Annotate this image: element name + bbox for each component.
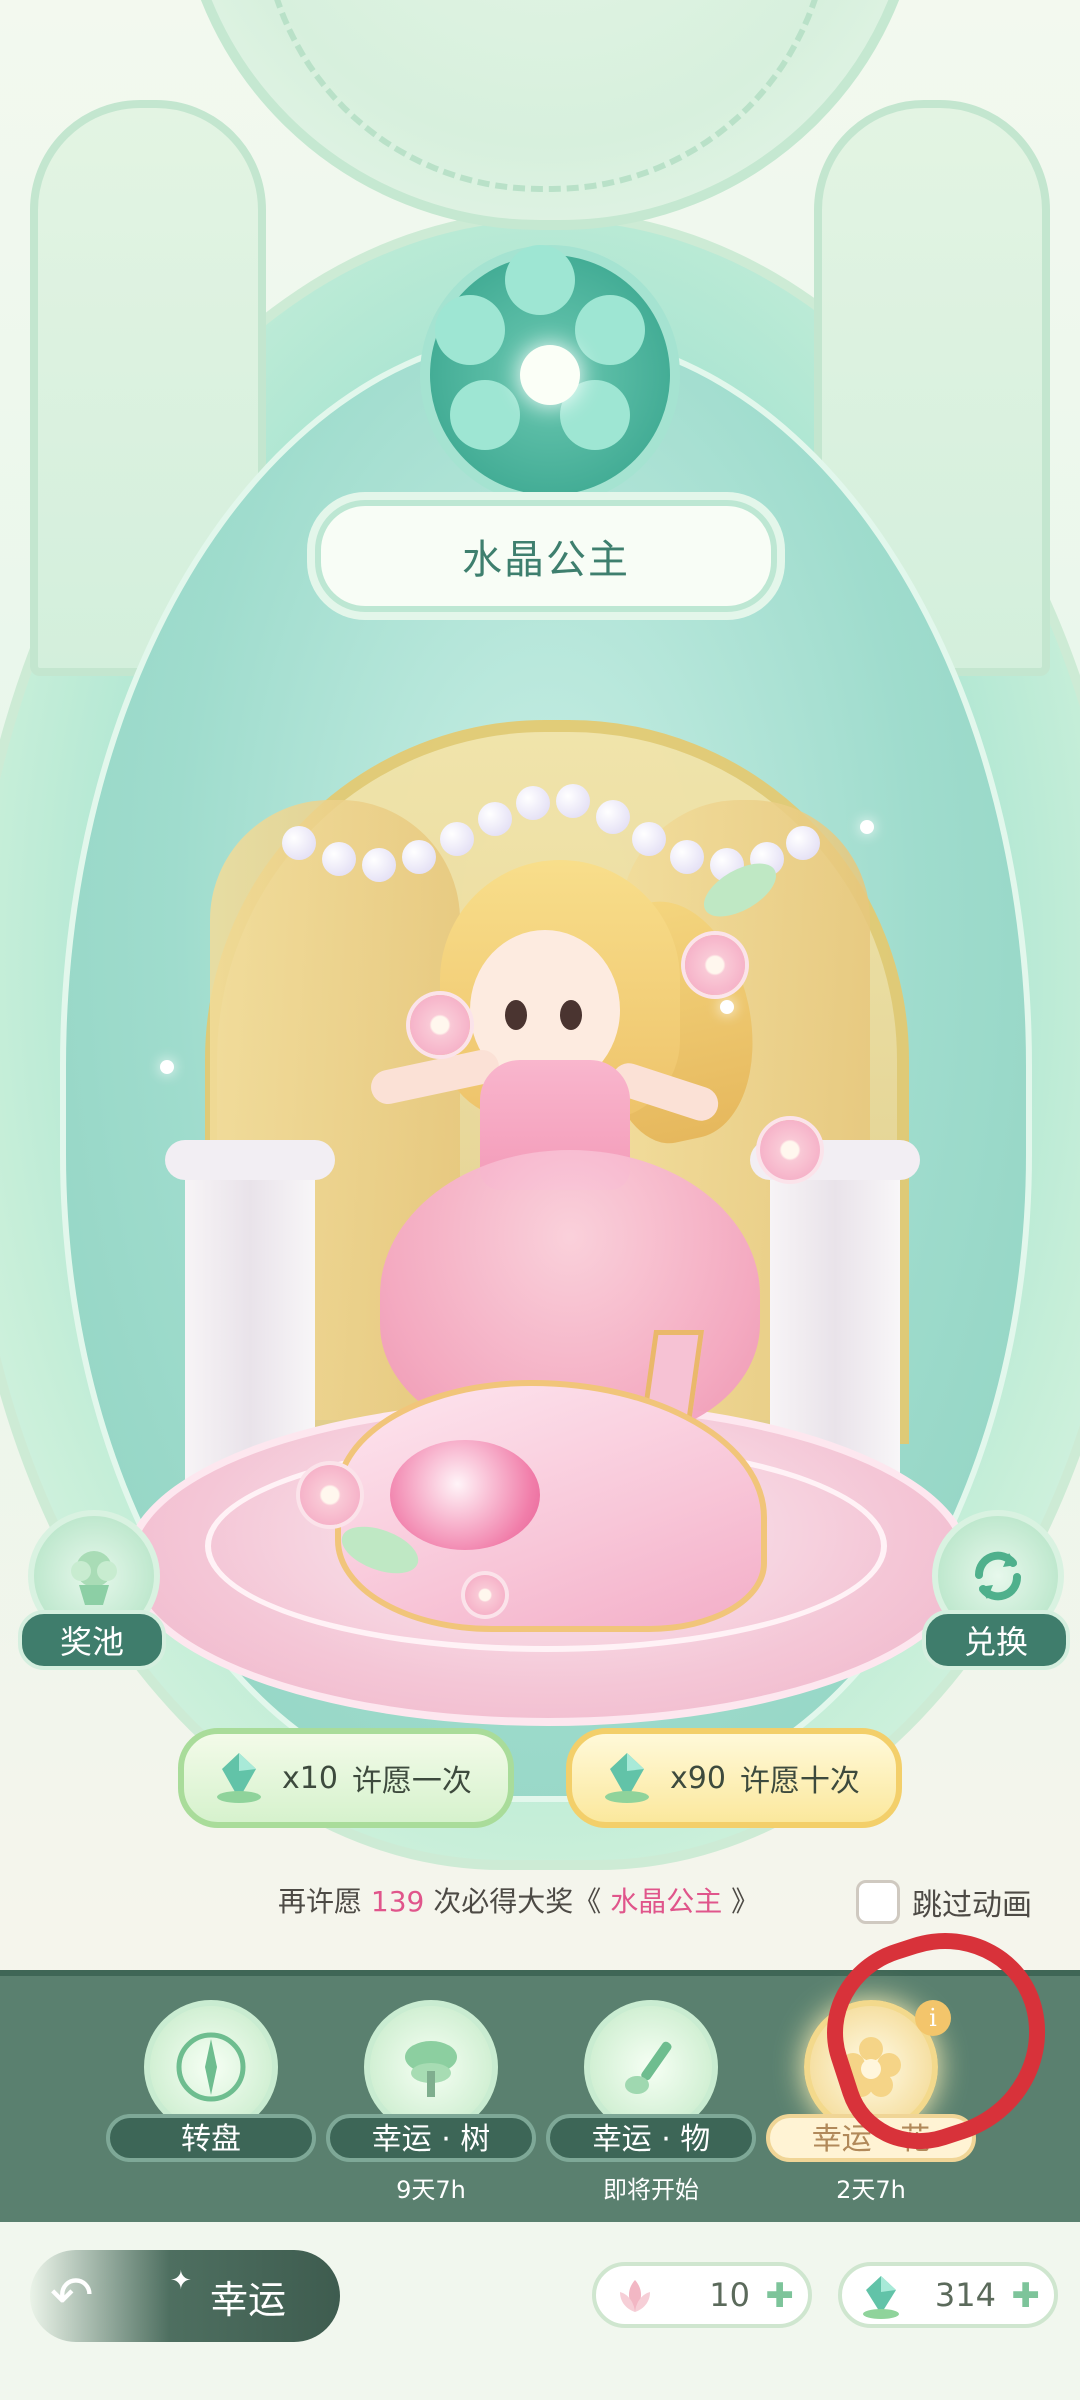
flower-token-value: 10 [709,2276,750,2314]
tab-lucky-tree[interactable]: 幸运 · 树 9天7h [326,2000,536,2204]
prize-pool-label: 奖池 [18,1610,166,1670]
tab-lucky-tree-sub: 9天7h [396,2176,466,2204]
skip-animation-toggle[interactable]: 跳过动画 [856,1880,1032,1924]
tab-lucky-item[interactable]: 幸运 · 物 即将开始 [546,2000,756,2204]
skip-animation-label: 跳过动画 [912,1888,1032,1923]
tab-lucky-item-sub: 即将开始 [603,2176,699,2204]
green-gem-icon [210,1749,268,1807]
guarantee-suffix: 》 [731,1885,760,1918]
skip-animation-checkbox[interactable] [856,1880,900,1924]
banner-title-plaque: 水晶公主 [315,500,777,612]
wish-ten-cost: x90 [670,1760,726,1796]
banner-title: 水晶公主 [462,537,630,583]
wish-once-button[interactable]: x10 许愿一次 [178,1728,514,1828]
back-button[interactable]: ↶ ✦ 幸运 [30,2250,340,2342]
tab-turntable[interactable]: 转盘 [106,2000,316,2200]
tab-lucky-tree-label: 幸运 · 树 [326,2114,536,2162]
wish-once-label: 许愿一次 [351,1764,472,1799]
guarantee-prefix: 再许愿 [278,1885,363,1918]
sparkle-icon: ✦ [170,2266,192,2296]
green-gem-icon [856,2272,906,2322]
flower-token-balance[interactable]: 10 ✚ [592,2262,812,2328]
add-gem-icon[interactable]: ✚ [1012,2276,1041,2316]
wish-ten-label: 许愿十次 [739,1764,860,1799]
guarantee-count: 139 [370,1885,425,1918]
wish-once-cost: x10 [282,1760,338,1796]
flower-emblem-icon [420,245,680,505]
gem-value: 314 [934,2276,996,2314]
prize-pool-button[interactable]: 奖池 [18,1510,166,1670]
gem-balance[interactable]: 314 ✚ [838,2262,1058,2328]
wish-screen: 水晶公主 奖池 兑换 x10 许愿一次 x90 许愿十次 再许愿 139 次必得… [0,0,1080,2400]
back-arrow-icon: ↶ [50,2266,94,2326]
tab-turntable-label: 转盘 [106,2114,316,2162]
tab-lucky-item-label: 幸运 · 物 [546,2114,756,2162]
exchange-label: 兑换 [922,1610,1070,1670]
guarantee-middle: 次必得大奖《 [433,1885,602,1918]
green-gem-icon [598,1749,656,1807]
back-button-label: 幸运 [210,2277,287,2322]
wish-ten-button[interactable]: x90 许愿十次 [566,1728,902,1828]
tab-lucky-flower-sub: 2天7h [836,2176,906,2204]
add-flower-token-icon[interactable]: ✚ [766,2276,795,2316]
guarantee-prize: 水晶公主 [610,1885,723,1918]
guarantee-text: 再许愿 139 次必得大奖《 水晶公主 》 [278,1880,759,1920]
flower-token-icon [610,2272,660,2322]
exchange-button[interactable]: 兑换 [922,1510,1070,1670]
